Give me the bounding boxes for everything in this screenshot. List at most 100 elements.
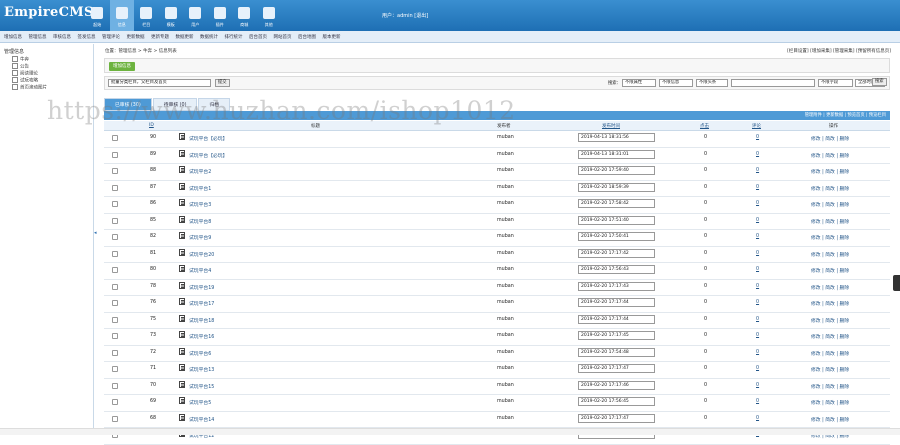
- tab-pending[interactable]: 待审核 (0): [152, 98, 198, 111]
- row-title[interactable]: 试玩平台15: [189, 383, 214, 390]
- row-actions[interactable]: 修改 | 简改 | 删除: [811, 416, 849, 423]
- sidebar-item[interactable]: 试玩攻略: [12, 77, 38, 84]
- row-actions[interactable]: 修改 | 简改 | 删除: [811, 366, 849, 373]
- row-checkbox[interactable]: [112, 151, 118, 158]
- row-actions[interactable]: 修改 | 简改 | 删除: [811, 168, 849, 175]
- row-comments[interactable]: 0: [756, 300, 759, 305]
- nav-plugin[interactable]: 插件: [208, 0, 233, 31]
- row-title[interactable]: 试玩平台1: [189, 185, 211, 192]
- submit-button[interactable]: 提交: [215, 79, 230, 87]
- sidebar-item[interactable]: 牛奔: [12, 56, 29, 63]
- row-comments[interactable]: 0: [756, 168, 759, 173]
- row-actions[interactable]: 修改 | 简改 | 删除: [811, 350, 849, 357]
- row-checkbox[interactable]: [112, 333, 118, 339]
- row-checkbox[interactable]: [112, 267, 118, 273]
- tab-archive[interactable]: 归档: [198, 98, 231, 111]
- row-comments[interactable]: 0: [756, 333, 759, 338]
- search-input[interactable]: [731, 79, 815, 87]
- row-checkbox[interactable]: [112, 316, 118, 323]
- row-title[interactable]: 试玩平台8: [189, 218, 211, 225]
- row-actions[interactable]: 修改 | 简改 | 删除: [811, 333, 849, 340]
- row-actions[interactable]: 修改 | 简改 | 删除: [811, 300, 849, 307]
- row-comments[interactable]: 0: [756, 201, 759, 206]
- row-actions[interactable]: 修改 | 简改 | 删除: [811, 201, 849, 208]
- menu-item[interactable]: 更新专题: [151, 34, 169, 40]
- sidebar-item[interactable]: 阅读理论: [12, 70, 38, 77]
- row-comments[interactable]: 0: [756, 218, 759, 223]
- col-id[interactable]: ID: [149, 123, 154, 128]
- filter-attr-select[interactable]: 不限属性: [622, 79, 656, 87]
- row-actions[interactable]: 修改 | 简改 | 删除: [811, 267, 849, 274]
- row-title[interactable]: 试玩平台6: [189, 350, 211, 357]
- row-actions[interactable]: 修改 | 简改 | 删除: [811, 383, 849, 390]
- col-clicks[interactable]: 点击: [700, 123, 709, 129]
- row-checkbox[interactable]: [112, 382, 118, 389]
- row-comments[interactable]: 0: [756, 135, 759, 140]
- row-actions[interactable]: 修改 | 简改 | 删除: [811, 135, 849, 142]
- menu-item[interactable]: 更新数据: [127, 34, 145, 40]
- nav-home[interactable]: 起始: [85, 0, 110, 31]
- row-comments[interactable]: 0: [756, 185, 759, 190]
- menu-item[interactable]: 网站首页: [274, 34, 292, 40]
- nav-other[interactable]: 其他: [257, 0, 282, 31]
- row-title[interactable]: 试玩平台【必玩】: [189, 152, 227, 159]
- filter-info-select[interactable]: 不限信息: [659, 79, 693, 87]
- row-title[interactable]: 试玩平台14: [189, 416, 214, 423]
- row-title[interactable]: 试玩平台17: [189, 300, 214, 307]
- row-checkbox[interactable]: [112, 184, 118, 191]
- nav-folder[interactable]: 栏目: [134, 0, 159, 31]
- row-comments[interactable]: 0: [756, 416, 759, 421]
- row-title[interactable]: 试玩平台19: [189, 284, 214, 291]
- row-comments[interactable]: 0: [756, 350, 759, 355]
- row-checkbox[interactable]: [112, 300, 118, 306]
- row-comments[interactable]: 0: [756, 317, 759, 322]
- row-title[interactable]: 试玩平台16: [189, 333, 214, 340]
- menu-item[interactable]: 数据更新: [176, 34, 194, 40]
- nav-user[interactable]: 用户: [183, 0, 208, 31]
- menu-item[interactable]: 排行统计: [225, 34, 243, 40]
- row-checkbox[interactable]: [112, 415, 118, 422]
- top-links[interactable]: [栏目设置] [增加采集] [管理采集] [预留所有信息页]: [787, 48, 891, 54]
- menu-item[interactable]: 管理信息: [29, 34, 47, 40]
- list-links[interactable]: 管理附件 | 更新数据 | 预览首页 | 预览栏目: [805, 112, 886, 118]
- col-time[interactable]: 发布时间: [602, 123, 620, 129]
- filter-headline-select[interactable]: 不限头条: [696, 79, 728, 87]
- menu-item[interactable]: 签发信息: [78, 34, 96, 40]
- row-checkbox[interactable]: [112, 201, 118, 207]
- row-title[interactable]: 试玩平台18: [189, 317, 214, 324]
- row-comments[interactable]: 0: [756, 251, 759, 256]
- row-actions[interactable]: 修改 | 简改 | 删除: [811, 185, 849, 192]
- row-checkbox[interactable]: [112, 217, 118, 224]
- menu-item[interactable]: 增加信息: [4, 34, 22, 40]
- row-title[interactable]: 试玩平台20: [189, 251, 214, 258]
- row-comments[interactable]: 0: [756, 284, 759, 289]
- nav-mail[interactable]: 商城: [232, 0, 257, 31]
- row-comments[interactable]: 0: [756, 234, 759, 239]
- row-title[interactable]: 试玩平台13: [189, 366, 214, 373]
- nav-template[interactable]: 模板: [159, 0, 184, 31]
- row-checkbox[interactable]: [112, 250, 118, 257]
- row-actions[interactable]: 修改 | 简改 | 删除: [811, 152, 849, 159]
- menu-item[interactable]: 后台地图: [298, 34, 316, 40]
- filter-field-select[interactable]: 不限字段: [818, 79, 853, 87]
- menu-item[interactable]: 数据统计: [200, 34, 218, 40]
- add-info-button[interactable]: 增加信息: [109, 62, 135, 71]
- row-actions[interactable]: 修改 | 简改 | 删除: [811, 218, 849, 225]
- side-scroll-tab[interactable]: [893, 275, 900, 291]
- sidebar-item[interactable]: 公告: [12, 63, 29, 70]
- row-comments[interactable]: 0: [756, 152, 759, 157]
- sidebar-collapse-icon[interactable]: ◂: [94, 230, 99, 238]
- row-title[interactable]: 试玩平台【必玩】: [189, 135, 227, 142]
- row-checkbox[interactable]: [112, 283, 118, 290]
- nav-edit[interactable]: 信息: [109, 0, 134, 31]
- row-comments[interactable]: 0: [756, 366, 759, 371]
- row-checkbox[interactable]: [112, 366, 118, 372]
- col-comments[interactable]: 评论: [752, 123, 761, 129]
- menu-item[interactable]: 版本更新: [323, 34, 341, 40]
- menu-item[interactable]: 后台首页: [249, 34, 267, 40]
- row-title[interactable]: 试玩平台4: [189, 267, 211, 274]
- row-title[interactable]: 试玩平台5: [189, 399, 211, 406]
- row-comments[interactable]: 0: [756, 399, 759, 404]
- tree-root[interactable]: 管理信息: [4, 48, 24, 55]
- menu-item[interactable]: 管理评论: [102, 34, 120, 40]
